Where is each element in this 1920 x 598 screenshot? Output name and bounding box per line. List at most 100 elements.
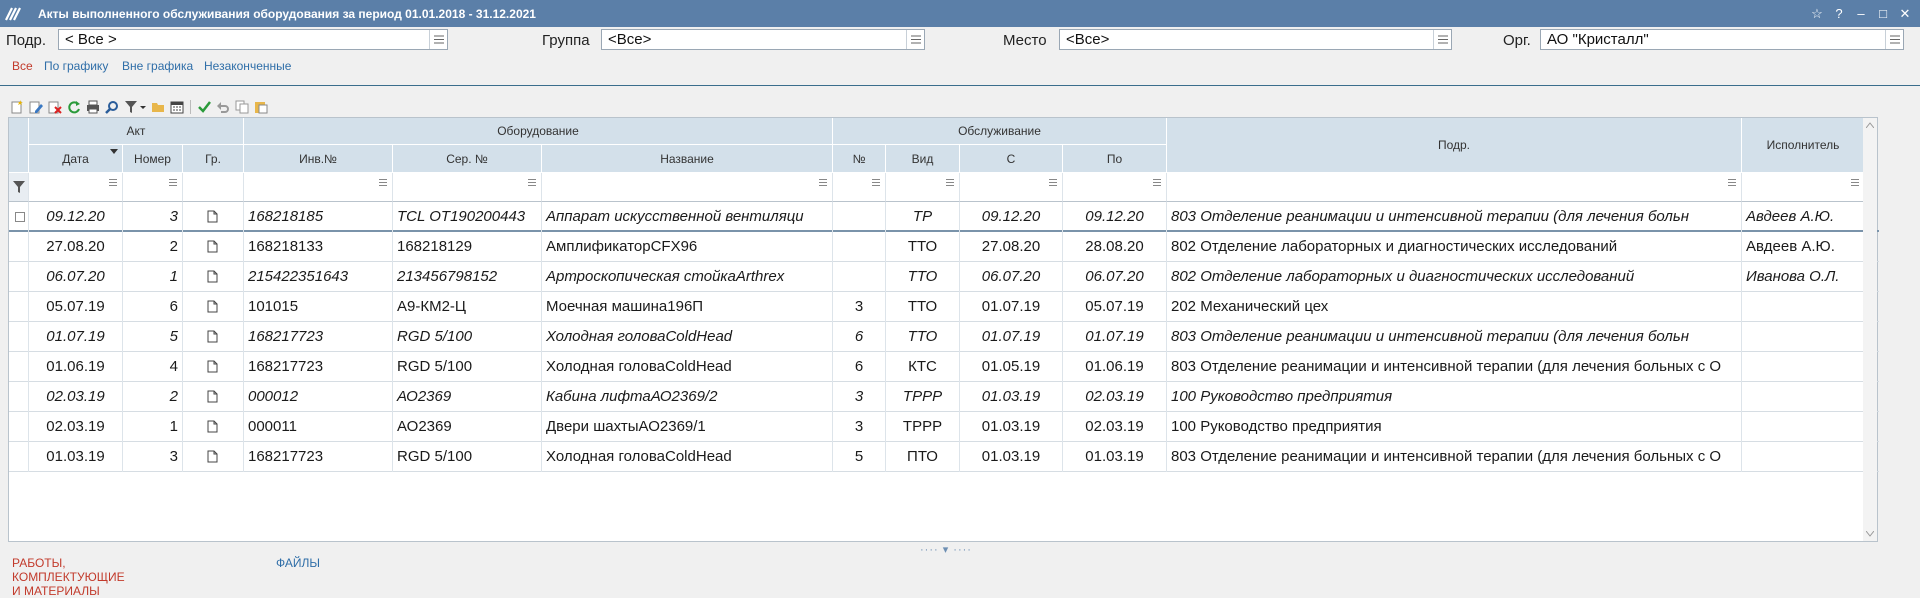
filter-menu-icon[interactable] (819, 179, 827, 186)
filter-menu-icon[interactable] (1153, 179, 1161, 186)
cell-to: 02.03.19 (1063, 412, 1167, 442)
filter-menu-icon[interactable] (528, 179, 536, 186)
table-row[interactable]: 02.03.19 2 000012 АО2369 Кабина лифтаАО2369/… (9, 382, 1879, 412)
filter-menu-icon[interactable] (109, 179, 117, 186)
cell-kind: ТТО (886, 322, 960, 352)
favorite-icon[interactable]: ☆ (1806, 6, 1828, 22)
tab-unfinished[interactable]: Незаконченные (204, 59, 291, 73)
tab-files[interactable]: ФАЙЛЫ (276, 556, 320, 570)
panel-splitter[interactable]: ···· ▾ ···· (920, 543, 972, 556)
cell-inv: 168218185 (244, 202, 393, 232)
filter-row-icon[interactable] (9, 173, 29, 202)
filter-cell-from[interactable] (960, 173, 1063, 202)
filter-menu-icon[interactable] (1049, 179, 1057, 186)
cell-inv: 168218133 (244, 232, 393, 262)
row-selector[interactable] (9, 382, 29, 412)
podr-field[interactable]: < Все > (58, 29, 448, 50)
place-select-icon[interactable] (1433, 30, 1451, 49)
row-selector[interactable] (9, 262, 29, 292)
undo-icon[interactable] (214, 98, 232, 116)
cell-inv: 000011 (244, 412, 393, 442)
cell-number: 2 (123, 382, 183, 412)
row-checkbox[interactable] (15, 212, 25, 222)
table-row[interactable]: 01.06.19 4 168217723 RGD 5/100 Холодная голо… (9, 352, 1879, 382)
row-selector[interactable] (9, 412, 29, 442)
tab-unscheduled[interactable]: Вне графика (122, 59, 193, 73)
row-selector[interactable] (9, 202, 29, 232)
vertical-scrollbar[interactable] (1863, 118, 1877, 541)
col-executor[interactable]: Исполнитель (1742, 118, 1865, 173)
filter-cell-date[interactable] (29, 173, 123, 202)
filter-menu-icon[interactable] (379, 179, 387, 186)
filter-cell-podr[interactable] (1167, 173, 1742, 202)
col-to[interactable]: По (1063, 145, 1167, 173)
check-icon[interactable] (195, 98, 213, 116)
filter-menu-icon[interactable] (872, 179, 880, 186)
filter-icon[interactable] (122, 98, 148, 116)
copy-icon[interactable] (233, 98, 251, 116)
org-select-icon[interactable] (1885, 30, 1903, 49)
filter-cell-ser[interactable] (393, 173, 542, 202)
filter-menu-icon[interactable] (1851, 179, 1859, 186)
row-selector[interactable] (9, 442, 29, 472)
find-icon[interactable] (103, 98, 121, 116)
col-kind[interactable]: Вид (886, 145, 960, 173)
paste-icon[interactable] (252, 98, 270, 116)
group-select-icon[interactable] (906, 30, 924, 49)
col-gr[interactable]: Гр. (183, 145, 244, 173)
calendar-icon[interactable] (168, 98, 186, 116)
col-ser[interactable]: Сер. № (393, 145, 542, 173)
help-icon[interactable]: ? (1828, 6, 1850, 21)
table-row[interactable]: 01.07.19 5 168217723 RGD 5/100 Холодная голо… (9, 322, 1879, 352)
row-selector[interactable] (9, 232, 29, 262)
table-row[interactable]: 05.07.19 6 101015 А9-КМ2-Ц Моечная машина196… (9, 292, 1879, 322)
filter-menu-icon[interactable] (169, 179, 177, 186)
filter-cell-number[interactable] (123, 173, 183, 202)
table-row[interactable]: 06.07.20 1 215422351643 213456798152 Артроск… (9, 262, 1879, 292)
scroll-up-icon[interactable] (1866, 122, 1874, 128)
refresh-icon[interactable] (65, 98, 83, 116)
podr-select-icon[interactable] (429, 30, 447, 49)
table-row[interactable]: 02.03.19 1 000011 АО2369 Двери шахтыАО2369/1… (9, 412, 1879, 442)
group-field[interactable]: <Все> (601, 29, 925, 50)
org-field[interactable]: АО "Кристалл" (1540, 29, 1904, 50)
col-name[interactable]: Название (542, 145, 833, 173)
col-num[interactable]: № (833, 145, 886, 173)
row-selector[interactable] (9, 322, 29, 352)
cell-ser: TCL OT190200443 (393, 202, 542, 232)
table-row[interactable]: 27.08.20 2 168218133 168218129 АмплификаторC… (9, 232, 1879, 262)
print-icon[interactable] (84, 98, 102, 116)
row-selector[interactable] (9, 292, 29, 322)
filter-cell-kind[interactable] (886, 173, 960, 202)
place-field[interactable]: <Все> (1059, 29, 1452, 50)
edit-icon[interactable] (27, 98, 45, 116)
new-icon[interactable] (8, 98, 26, 116)
row-selector[interactable] (9, 352, 29, 382)
col-podr[interactable]: Подр. (1167, 118, 1742, 173)
tab-works-materials[interactable]: РАБОТЫ, КОМПЛЕКТУЮЩИЕ И МАТЕРИАЛЫ (12, 556, 125, 598)
table-row[interactable]: 09.12.20 3 168218185 TCL OT190200443 Аппарат… (9, 202, 1879, 232)
filter-cell-num[interactable] (833, 173, 886, 202)
maximize-icon[interactable]: □ (1872, 6, 1894, 21)
cell-to: 05.07.19 (1063, 292, 1167, 322)
filter-cell-inv[interactable] (244, 173, 393, 202)
cell-num (833, 202, 886, 232)
folder-icon[interactable] (149, 98, 167, 116)
scroll-down-icon[interactable] (1866, 531, 1874, 537)
col-date[interactable]: Дата (29, 145, 123, 173)
minimize-icon[interactable]: – (1850, 6, 1872, 21)
table-row[interactable]: 01.03.19 3 168217723 RGD 5/100 Холодная голо… (9, 442, 1879, 472)
filter-cell-executor[interactable] (1742, 173, 1865, 202)
delete-icon[interactable] (46, 98, 64, 116)
col-inv[interactable]: Инв.№ (244, 145, 393, 173)
tab-all[interactable]: Все (12, 59, 33, 73)
col-number[interactable]: Номер (123, 145, 183, 173)
filter-menu-icon[interactable] (946, 179, 954, 186)
tab-scheduled[interactable]: По графику (44, 59, 108, 73)
filter-cell-name[interactable] (542, 173, 833, 202)
filter-cell-gr[interactable] (183, 173, 244, 202)
filter-menu-icon[interactable] (1728, 179, 1736, 186)
col-from[interactable]: С (960, 145, 1063, 173)
close-icon[interactable]: ✕ (1894, 6, 1916, 22)
filter-cell-to[interactable] (1063, 173, 1167, 202)
